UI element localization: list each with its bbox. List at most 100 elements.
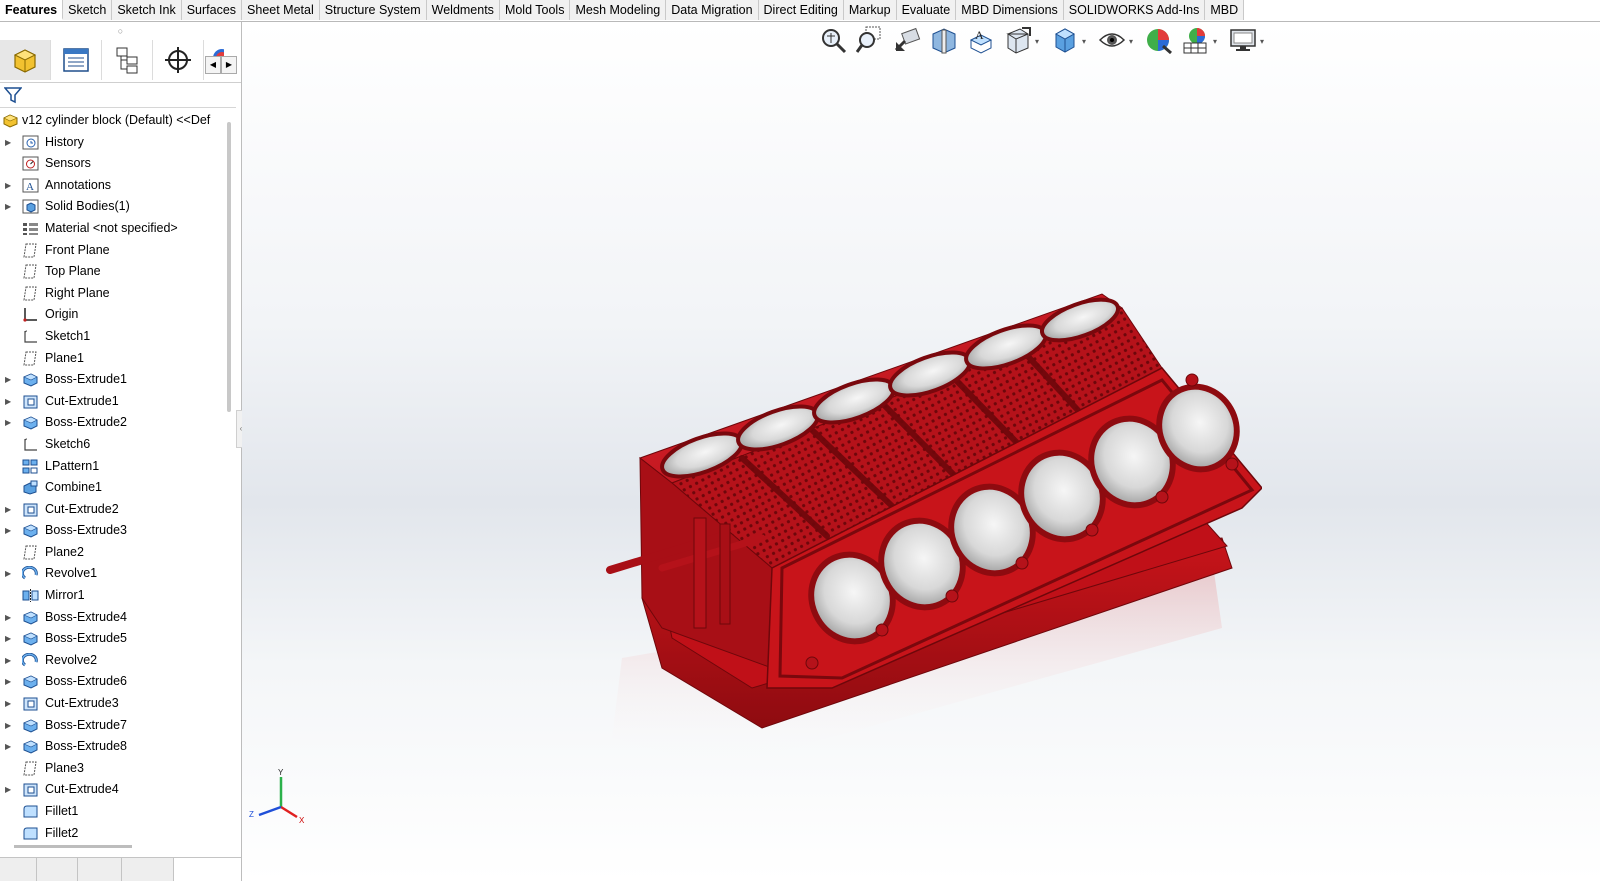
tab-configurationmanager[interactable] — [102, 40, 153, 80]
tree-item-combine1[interactable]: Combine1 — [0, 477, 226, 499]
tab-markup[interactable]: Markup — [843, 0, 897, 20]
tree-filter-row[interactable] — [0, 83, 236, 108]
view-settings-button[interactable] — [1227, 25, 1259, 57]
dynamic-annotation-views-button[interactable]: A — [965, 25, 997, 57]
tree-item-mirror1[interactable]: Mirror1 — [0, 585, 226, 607]
expand-arrow-icon[interactable]: ▶ — [5, 499, 13, 521]
tab-mold-tools[interactable]: Mold Tools — [499, 0, 571, 20]
tree-item-lpattern1[interactable]: LPattern1 — [0, 456, 226, 478]
chevron-down-icon[interactable]: ▾ — [1260, 37, 1268, 46]
tree-item-cut-extrude3[interactable]: ▶ Cut-Extrude3 — [0, 693, 226, 715]
tree-item-fillet2[interactable]: Fillet2 — [0, 823, 226, 845]
tree-item-boss-extrude4[interactable]: ▶ Boss-Extrude4 — [0, 607, 226, 629]
tree-item-revolve2[interactable]: ▶ Revolve2 — [0, 650, 226, 672]
bottom-tab-2[interactable] — [37, 858, 78, 881]
tree-vertical-scrollbar[interactable] — [227, 122, 231, 412]
view-orientation-button[interactable] — [1002, 25, 1034, 57]
tree-item-cut-extrude1[interactable]: ▶ Cut-Extrude1 — [0, 391, 226, 413]
apply-scene-button[interactable] — [1180, 25, 1212, 57]
tree-item-plane2[interactable]: Plane2 — [0, 542, 226, 564]
tab-weldments[interactable]: Weldments — [426, 0, 500, 20]
expand-arrow-icon[interactable]: ▶ — [5, 175, 13, 197]
tab-structure-system[interactable]: Structure System — [319, 0, 427, 20]
expand-arrow-icon[interactable]: ▶ — [5, 693, 13, 715]
tree-item-sketch1[interactable]: Sketch1 — [0, 326, 226, 348]
tree-item-boss-extrude3[interactable]: ▶ Boss-Extrude3 — [0, 520, 226, 542]
tree-item-fillet1[interactable]: Fillet1 — [0, 801, 226, 823]
expand-arrow-icon[interactable]: ▶ — [5, 628, 13, 650]
tree-item-sketch6[interactable]: Sketch6 — [0, 434, 226, 456]
expand-arrow-icon[interactable]: ▶ — [5, 563, 13, 585]
tab-featuremanager[interactable] — [0, 40, 51, 80]
hide-show-items-button[interactable] — [1096, 25, 1128, 57]
expand-arrow-icon[interactable]: ▶ — [5, 736, 13, 758]
tab-mbd[interactable]: MBD — [1205, 0, 1245, 20]
expand-arrow-icon[interactable]: ▶ — [5, 671, 13, 693]
tree-root-part[interactable]: v12 cylinder block (Default) <<Def — [0, 110, 226, 132]
tree-item-sensors[interactable]: Sensors — [0, 153, 226, 175]
tab-sheet-metal[interactable]: Sheet Metal — [242, 0, 320, 20]
zoom-to-area-button[interactable] — [854, 25, 886, 57]
chevron-down-icon[interactable]: ▾ — [1129, 37, 1137, 46]
tab-direct-editing[interactable]: Direct Editing — [758, 0, 844, 20]
tab-surfaces[interactable]: Surfaces — [181, 0, 243, 20]
bottom-tab-4[interactable] — [121, 858, 175, 881]
expand-arrow-icon[interactable]: ▶ — [5, 391, 13, 413]
tree-item-annotations[interactable]: ▶ A Annotations — [0, 175, 226, 197]
tree-item-boss-extrude1[interactable]: ▶ Boss-Extrude1 — [0, 369, 226, 391]
expand-arrow-icon[interactable]: ▶ — [5, 132, 13, 154]
section-view-button[interactable] — [928, 25, 960, 57]
tab-features[interactable]: Features — [0, 0, 64, 20]
graphics-area[interactable]: A ▾ ▾ ▾ ▾ ▾ Y X Z — [242, 22, 1600, 881]
tab-propertymanager[interactable] — [51, 40, 102, 80]
tree-item-origin[interactable]: Origin — [0, 304, 226, 326]
tab-evaluate[interactable]: Evaluate — [896, 0, 957, 20]
tab-sketch[interactable]: Sketch — [63, 0, 113, 20]
tab-sketch-ink[interactable]: Sketch Ink — [112, 0, 182, 20]
tree-item-material-not-specified[interactable]: Material <not specified> — [0, 218, 226, 240]
panel-grip-icon[interactable]: ○ — [0, 22, 241, 40]
tree-item-plane1[interactable]: Plane1 — [0, 348, 226, 370]
tab-solidworks-add-ins[interactable]: SOLIDWORKS Add-Ins — [1063, 0, 1206, 20]
filter-icon[interactable] — [4, 86, 22, 104]
expand-arrow-icon[interactable]: ▶ — [5, 412, 13, 434]
expand-arrow-icon[interactable]: ▶ — [5, 369, 13, 391]
tree-item-cut-extrude2[interactable]: ▶ Cut-Extrude2 — [0, 499, 226, 521]
scroll-right-icon[interactable]: ▶ — [221, 56, 237, 74]
expand-arrow-icon[interactable]: ▶ — [5, 607, 13, 629]
chevron-down-icon[interactable]: ▾ — [1082, 37, 1090, 46]
tree-item-boss-extrude8[interactable]: ▶ Boss-Extrude8 — [0, 736, 226, 758]
tree-item-solid-bodies-1[interactable]: ▶ Solid Bodies(1) — [0, 196, 226, 218]
expand-arrow-icon[interactable]: ▶ — [5, 520, 13, 542]
tree-item-revolve1[interactable]: ▶ Revolve1 — [0, 563, 226, 585]
tab-mbd-dimensions[interactable]: MBD Dimensions — [956, 0, 1064, 20]
tree-item-boss-extrude5[interactable]: ▶ Boss-Extrude5 — [0, 628, 226, 650]
bottom-tab-3[interactable] — [77, 858, 122, 881]
tree-item-front-plane[interactable]: Front Plane — [0, 240, 226, 262]
tree-item-boss-extrude7[interactable]: ▶ Boss-Extrude7 — [0, 715, 226, 737]
tree-item-boss-extrude2[interactable]: ▶ Boss-Extrude2 — [0, 412, 226, 434]
expand-arrow-icon[interactable]: ▶ — [5, 196, 13, 218]
tree-item-history[interactable]: ▶ History — [0, 132, 226, 154]
tree-item-plane3[interactable]: Plane3 — [0, 758, 226, 780]
tab-mesh-modeling[interactable]: Mesh Modeling — [570, 0, 667, 20]
scroll-left-icon[interactable]: ◀ — [205, 56, 221, 74]
expand-arrow-icon[interactable]: ▶ — [5, 779, 13, 801]
cylinder-block-model[interactable] — [602, 268, 1262, 768]
bottom-tab-1[interactable] — [0, 858, 38, 881]
tree-horizontal-scrollbar[interactable] — [14, 845, 132, 848]
tree-item-right-plane[interactable]: Right Plane — [0, 283, 226, 305]
expand-arrow-icon[interactable]: ▶ — [5, 650, 13, 672]
tab-data-migration[interactable]: Data Migration — [666, 0, 759, 20]
chevron-down-icon[interactable]: ▾ — [1213, 37, 1221, 46]
tree-item-cut-extrude4[interactable]: ▶ Cut-Extrude4 — [0, 779, 226, 801]
display-style-button[interactable] — [1049, 25, 1081, 57]
tree-item-top-plane[interactable]: Top Plane — [0, 261, 226, 283]
previous-view-button[interactable] — [891, 25, 923, 57]
expand-arrow-icon[interactable]: ▶ — [5, 715, 13, 737]
tab-dimxpert[interactable] — [153, 40, 204, 80]
tree-item-boss-extrude6[interactable]: ▶ Boss-Extrude6 — [0, 671, 226, 693]
chevron-down-icon[interactable]: ▾ — [1035, 37, 1043, 46]
zoom-to-fit-button[interactable] — [817, 25, 849, 57]
edit-appearance-button[interactable] — [1143, 25, 1175, 57]
